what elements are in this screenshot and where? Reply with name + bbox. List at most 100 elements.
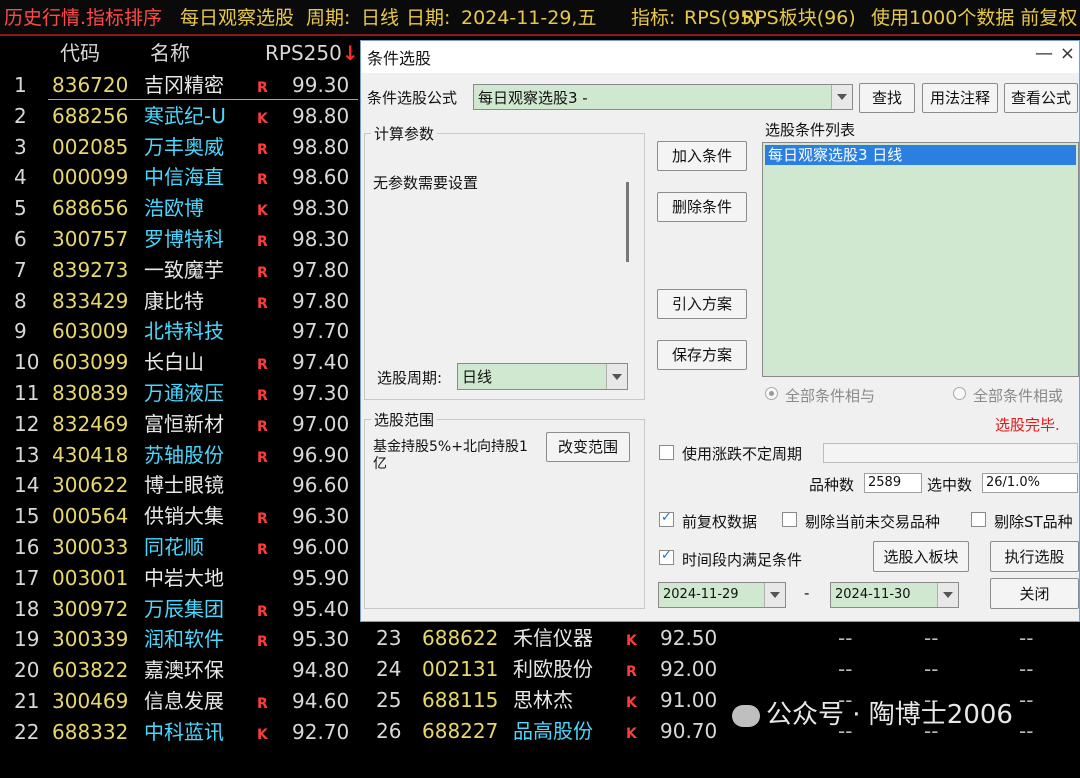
params-scrollbar[interactable] — [626, 182, 629, 262]
delete-condition-button[interactable]: 删除条件 — [657, 192, 747, 222]
radio-or[interactable] — [953, 387, 966, 400]
arrow-down-icon: ↓ — [341, 41, 359, 65]
table-row[interactable]: 5 688656 浩欧博 K 98.30 — [0, 193, 360, 224]
execute-button[interactable]: 执行选股 — [990, 541, 1079, 572]
chevron-down-icon[interactable] — [831, 85, 852, 109]
date-value: 2024-11-29,五 — [461, 7, 597, 29]
remove-untraded-checkbox[interactable] — [782, 512, 797, 527]
stock-code: 830839 — [52, 381, 129, 405]
stock-name: 中科蓝讯 — [144, 719, 224, 744]
minimize-button[interactable]: — — [1035, 43, 1053, 64]
table-row[interactable]: 16 300033 同花顺 R 96.00 — [0, 532, 360, 563]
table-row[interactable]: 3 002085 万丰奥威 R 98.80 — [0, 132, 360, 163]
adjust-checkbox[interactable] — [659, 510, 674, 527]
flag-badge: K — [626, 726, 637, 742]
table-row[interactable]: 15 000564 供销大集 R 96.30 — [0, 501, 360, 532]
flag-badge: R — [257, 234, 268, 250]
usage-notes-button[interactable]: 用法注释 — [922, 83, 998, 113]
flag-badge: R — [257, 172, 268, 189]
stock-code: 430418 — [52, 442, 129, 467]
stock-code: 300033 — [52, 535, 129, 559]
column-header-code[interactable]: 代码 — [60, 40, 100, 66]
stock-code: 688115 — [422, 688, 499, 712]
row-number: 24 — [376, 657, 402, 681]
formula-name: 每日观察选股 — [180, 7, 295, 29]
table-row[interactable]: 22 688332 中科蓝讯 K 92.70 — [0, 717, 360, 748]
column-header-name[interactable]: 名称 — [150, 40, 190, 66]
params-text: 无参数需要设置 — [373, 174, 479, 192]
table-row[interactable]: 10 603099 长白山 R 97.40 — [0, 347, 360, 378]
table-row[interactable]: 12 832469 富恒新材 R 97.00 — [0, 409, 360, 440]
period-label: 周期: — [306, 7, 351, 29]
stock-name: 嘉澳环保 — [144, 658, 224, 683]
table-row[interactable]: 8 833429 康比特 R 97.80 — [0, 286, 360, 317]
row-number: 7 — [14, 257, 27, 282]
table-row[interactable]: 6 300757 罗博特科 R 98.30 — [0, 224, 360, 255]
rps-value: 95.30 — [292, 627, 350, 652]
view-formula-button[interactable]: 查看公式 — [1004, 83, 1078, 113]
condition-list-item[interactable]: 每日观察选股3 日线 — [765, 145, 1076, 165]
add-condition-button[interactable]: 加入条件 — [657, 141, 747, 171]
empty-cell: -- — [1019, 688, 1034, 712]
chevron-down-icon[interactable] — [764, 583, 785, 607]
stock-name: 供销大集 — [144, 504, 224, 529]
table-row[interactable]: 7 839273 一致魔芋 R 97.80 — [0, 255, 360, 286]
period-select[interactable]: 日线 — [457, 363, 628, 390]
remove-st-checkbox[interactable] — [971, 512, 986, 527]
extra-info: 使用1000个数据 前复权 — [871, 7, 1078, 29]
params-title: 计算参数 — [371, 123, 438, 144]
table-row[interactable]: 4 000099 中信海直 R 98.60 — [0, 162, 360, 193]
stock-code: 603009 — [52, 319, 129, 344]
table-row[interactable]: 24002131利欧股份R92.00-------- — [360, 654, 1080, 685]
rps-value: 98.80 — [292, 134, 350, 159]
count-label: 品种数 — [809, 476, 855, 494]
date-to-picker[interactable]: 2024-11-30 — [830, 582, 959, 608]
stock-code: 300339 — [52, 627, 129, 652]
table-row[interactable]: 9 603009 北特科技 97.70 — [0, 316, 360, 347]
table-row[interactable]: 11 830839 万通液压 R 97.30 — [0, 378, 360, 409]
empty-cell: -- — [1019, 626, 1034, 650]
radio-or-label: 全部条件相或 — [973, 387, 1064, 405]
table-row[interactable]: 18 300972 万辰集团 R 95.40 — [0, 594, 360, 625]
table-row[interactable]: 2 688256 寒武纪-U K 98.80 — [0, 101, 360, 132]
find-button[interactable]: 查找 — [859, 83, 915, 113]
close-button[interactable]: 关闭 — [990, 578, 1079, 609]
row-number: 18 — [14, 596, 40, 621]
table-row[interactable]: 14 300622 博士眼镜 96.60 — [0, 470, 360, 501]
column-header-rps[interactable]: RPS250↓ — [265, 40, 359, 66]
add-to-block-button[interactable]: 选股入板块 — [873, 541, 969, 572]
rps-value: 92.70 — [292, 719, 350, 744]
condition-list[interactable]: 每日观察选股3 日线 — [762, 142, 1079, 377]
change-range-button[interactable]: 改变范围 — [546, 432, 630, 462]
table-row[interactable]: 23688622禾信仪器K92.50-------- — [360, 623, 1080, 654]
table-row[interactable]: 1 836720 吉冈精密 R 99.30 — [0, 70, 360, 101]
var-period-checkbox[interactable] — [659, 445, 674, 460]
date-from-picker[interactable]: 2024-11-29 — [658, 582, 786, 608]
selected-row-underline — [48, 99, 358, 100]
row-number: 21 — [14, 689, 40, 713]
radio-and[interactable] — [765, 387, 778, 400]
table-row[interactable]: 19 300339 润和软件 R 95.30 — [0, 624, 360, 655]
chevron-down-icon[interactable] — [937, 583, 958, 607]
table-row[interactable]: 13 430418 苏轴股份 R 96.90 — [0, 440, 360, 471]
status-text: 选股完毕. — [995, 416, 1060, 434]
formula-select[interactable]: 每日观察选股3 - — [473, 84, 853, 110]
period-condition-checkbox[interactable] — [659, 548, 674, 565]
period-value: 日线 — [361, 7, 400, 29]
flag-badge: K — [257, 110, 268, 127]
import-plan-button[interactable]: 引入方案 — [657, 289, 747, 319]
table-row[interactable]: 20 603822 嘉澳环保 94.80 — [0, 655, 360, 686]
radio-and-label: 全部条件相与 — [785, 387, 876, 405]
params-group: 计算参数 无参数需要设置 选股周期: 日线 — [364, 123, 645, 400]
dialog-titlebar[interactable]: 条件选股 — × — [361, 41, 1079, 73]
table-row[interactable]: 21 300469 信息发展 R 94.60 — [0, 686, 360, 717]
rps-value: 97.00 — [292, 411, 350, 436]
stock-name: 品高股份 — [513, 719, 593, 743]
adjust-label: 前复权数据 — [682, 513, 758, 531]
stock-name: 富恒新材 — [144, 411, 224, 436]
chevron-down-icon[interactable] — [606, 364, 627, 389]
stock-code: 002131 — [422, 657, 499, 681]
close-icon[interactable]: × — [1060, 43, 1075, 64]
save-plan-button[interactable]: 保存方案 — [657, 340, 747, 370]
table-row[interactable]: 17 003001 中岩大地 95.90 — [0, 563, 360, 594]
